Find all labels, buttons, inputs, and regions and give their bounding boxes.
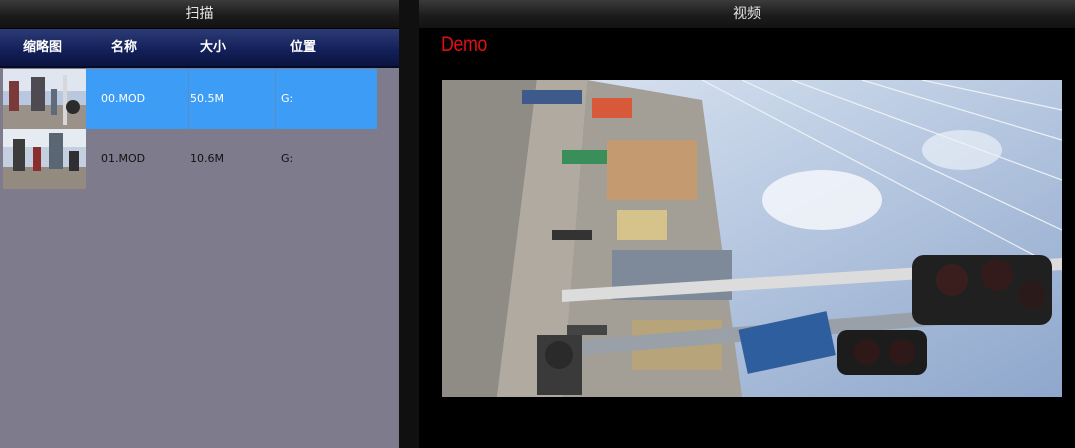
- cell-separator: [188, 69, 189, 129]
- column-header-location[interactable]: 位置: [290, 29, 316, 66]
- demo-watermark: Demo: [441, 33, 487, 56]
- file-list-panel: 缩略图 名称 大小 位置 00.MOD 50.5M G: 01.MOD 10.6…: [0, 29, 399, 448]
- file-list-header: 缩略图 名称 大小 位置: [0, 29, 399, 68]
- file-location: G:: [281, 152, 294, 165]
- file-size: 50.5M: [190, 92, 224, 105]
- column-header-thumbnail[interactable]: 缩略图: [23, 29, 62, 66]
- file-row[interactable]: 01.MOD 10.6M G:: [0, 129, 399, 189]
- video-panel-title: 视频: [419, 0, 1075, 29]
- column-header-size[interactable]: 大小: [200, 29, 226, 66]
- panel-divider: [399, 0, 419, 448]
- cell-separator: [275, 69, 276, 129]
- video-thumbnail[interactable]: [3, 129, 86, 189]
- file-row[interactable]: 00.MOD 50.5M G:: [0, 69, 399, 129]
- scan-panel-title: 扫描: [0, 0, 399, 29]
- file-name: 01.MOD: [101, 152, 146, 165]
- file-name: 00.MOD: [101, 92, 146, 105]
- video-frame[interactable]: [442, 80, 1062, 397]
- file-size: 10.6M: [190, 152, 224, 165]
- file-location: G:: [281, 92, 294, 105]
- video-thumbnail[interactable]: [3, 69, 86, 129]
- column-header-name[interactable]: 名称: [111, 29, 137, 66]
